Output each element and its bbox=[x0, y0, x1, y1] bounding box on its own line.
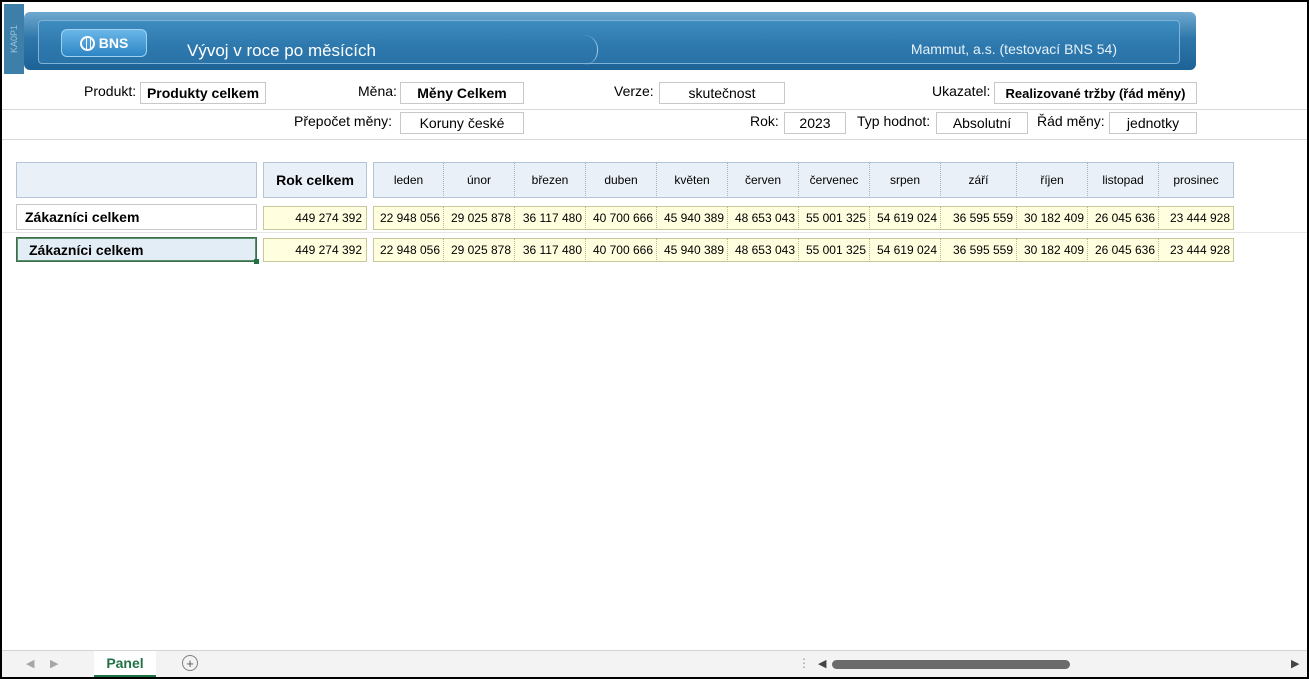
banner-separator bbox=[579, 35, 598, 65]
month-value[interactable]: 54 619 024 bbox=[870, 206, 941, 230]
selection-fill-handle[interactable] bbox=[254, 259, 259, 264]
month-header[interactable]: prosinec bbox=[1159, 162, 1234, 198]
month-header[interactable]: květen bbox=[657, 162, 728, 198]
month-value[interactable]: 55 001 325 bbox=[799, 238, 870, 262]
month-value[interactable]: 26 045 636 bbox=[1088, 238, 1159, 262]
horizontal-scrollbar-thumb[interactable] bbox=[832, 660, 1070, 669]
typ-hodnot-label: Typ hodnot: bbox=[857, 113, 931, 129]
month-headers: leden únor březen duben květen červen če… bbox=[373, 162, 1234, 198]
month-header[interactable]: listopad bbox=[1088, 162, 1159, 198]
sheet-next-icon[interactable]: ▶ bbox=[50, 657, 58, 670]
month-value[interactable]: 40 700 666 bbox=[586, 238, 657, 262]
banner-inner: BNS Vývoj v roce po měsících Mammut, a.s… bbox=[38, 20, 1180, 65]
row-label[interactable]: Zákazníci celkem bbox=[16, 204, 257, 230]
side-label: KA0P1 bbox=[4, 4, 24, 74]
month-value[interactable]: 48 653 043 bbox=[728, 206, 799, 230]
params-row-2: Přepočet měny: Koruny české Rok: 2023 Ty… bbox=[2, 109, 1307, 140]
verze-select[interactable]: skutečnost bbox=[659, 82, 785, 104]
verze-label: Verze: bbox=[614, 83, 654, 99]
scroll-right-icon[interactable]: ▶ bbox=[1291, 657, 1299, 670]
month-header[interactable]: říjen bbox=[1017, 162, 1088, 198]
month-value[interactable]: 23 444 928 bbox=[1159, 238, 1234, 262]
month-value[interactable]: 45 940 389 bbox=[657, 206, 728, 230]
ukazatel-label: Ukazatel: bbox=[932, 83, 991, 99]
report-title: Vývoj v roce po měsících bbox=[187, 41, 376, 60]
month-header[interactable]: duben bbox=[586, 162, 657, 198]
row-divider bbox=[2, 232, 1307, 233]
add-sheet-icon[interactable]: + bbox=[182, 655, 198, 671]
sheet-tab-panel[interactable]: Panel bbox=[94, 651, 156, 677]
month-header[interactable]: září bbox=[941, 162, 1017, 198]
month-value[interactable]: 48 653 043 bbox=[728, 238, 799, 262]
bns-logo-text: BNS bbox=[98, 35, 129, 51]
params-row-1: Produkt: Produkty celkem Měna: Měny Celk… bbox=[2, 79, 1307, 110]
rok-label: Rok: bbox=[750, 113, 779, 129]
month-value[interactable]: 30 182 409 bbox=[1017, 206, 1088, 230]
month-value[interactable]: 22 948 056 bbox=[373, 206, 444, 230]
month-header[interactable]: leden bbox=[373, 162, 444, 198]
header-corner-cell[interactable] bbox=[16, 162, 257, 198]
mena-label: Měna: bbox=[358, 83, 397, 99]
splitter-dots-icon[interactable]: ⋮ bbox=[798, 656, 810, 670]
spreadsheet-window: KA0P1 BNS Vývoj v roce po měsících Mammu… bbox=[0, 0, 1309, 679]
month-value[interactable]: 40 700 666 bbox=[586, 206, 657, 230]
ukazatel-select[interactable]: Realizované tržby (řád měny) bbox=[994, 82, 1197, 104]
row-label-selected[interactable]: Zákazníci celkem bbox=[16, 237, 257, 262]
table-row: 22 948 056 29 025 878 36 117 480 40 700 … bbox=[373, 238, 1234, 262]
row-total-value[interactable]: 449 274 392 bbox=[263, 206, 367, 230]
rad-meny-select[interactable]: jednotky bbox=[1109, 112, 1197, 134]
month-header[interactable]: únor bbox=[444, 162, 515, 198]
company-name: Mammut, a.s. (testovací BNS 54) bbox=[910, 41, 1117, 57]
month-value[interactable]: 55 001 325 bbox=[799, 206, 870, 230]
mena-select[interactable]: Měny Celkem bbox=[400, 82, 524, 104]
month-value[interactable]: 36 117 480 bbox=[515, 238, 586, 262]
month-value[interactable]: 26 045 636 bbox=[1088, 206, 1159, 230]
prepocet-select[interactable]: Koruny české bbox=[400, 112, 524, 134]
month-value[interactable]: 23 444 928 bbox=[1159, 206, 1234, 230]
report-banner: BNS Vývoj v roce po měsících Mammut, a.s… bbox=[24, 12, 1196, 70]
produkt-select[interactable]: Produkty celkem bbox=[140, 82, 266, 104]
month-value[interactable]: 29 025 878 bbox=[444, 238, 515, 262]
month-header[interactable]: srpen bbox=[870, 162, 941, 198]
month-header[interactable]: březen bbox=[515, 162, 586, 198]
month-value[interactable]: 45 940 389 bbox=[657, 238, 728, 262]
typ-hodnot-select[interactable]: Absolutní bbox=[936, 112, 1028, 134]
month-value[interactable]: 30 182 409 bbox=[1017, 238, 1088, 262]
rok-select[interactable]: 2023 bbox=[784, 112, 846, 134]
table-row: 22 948 056 29 025 878 36 117 480 40 700 … bbox=[373, 206, 1234, 230]
prepocet-label: Přepočet měny: bbox=[294, 113, 393, 129]
bns-logo-button[interactable]: BNS bbox=[61, 29, 147, 57]
globe-icon bbox=[79, 35, 95, 51]
month-value[interactable]: 22 948 056 bbox=[373, 238, 444, 262]
month-header[interactable]: červenec bbox=[799, 162, 870, 198]
row-total-value[interactable]: 449 274 392 bbox=[263, 238, 367, 262]
produkt-label: Produkt: bbox=[84, 83, 137, 99]
month-value[interactable]: 36 595 559 bbox=[941, 238, 1017, 262]
month-value[interactable]: 29 025 878 bbox=[444, 206, 515, 230]
month-value[interactable]: 54 619 024 bbox=[870, 238, 941, 262]
month-value[interactable]: 36 117 480 bbox=[515, 206, 586, 230]
rad-meny-label: Řád měny: bbox=[1037, 113, 1105, 129]
sheet-prev-icon[interactable]: ◀ bbox=[26, 657, 34, 670]
sheet-tab-bar: ◀ ▶ Panel + ⋮ ◀ ▶ bbox=[2, 650, 1307, 677]
month-header[interactable]: červen bbox=[728, 162, 799, 198]
month-value[interactable]: 36 595 559 bbox=[941, 206, 1017, 230]
header-total[interactable]: Rok celkem bbox=[263, 162, 367, 198]
scroll-left-icon[interactable]: ◀ bbox=[818, 657, 826, 670]
